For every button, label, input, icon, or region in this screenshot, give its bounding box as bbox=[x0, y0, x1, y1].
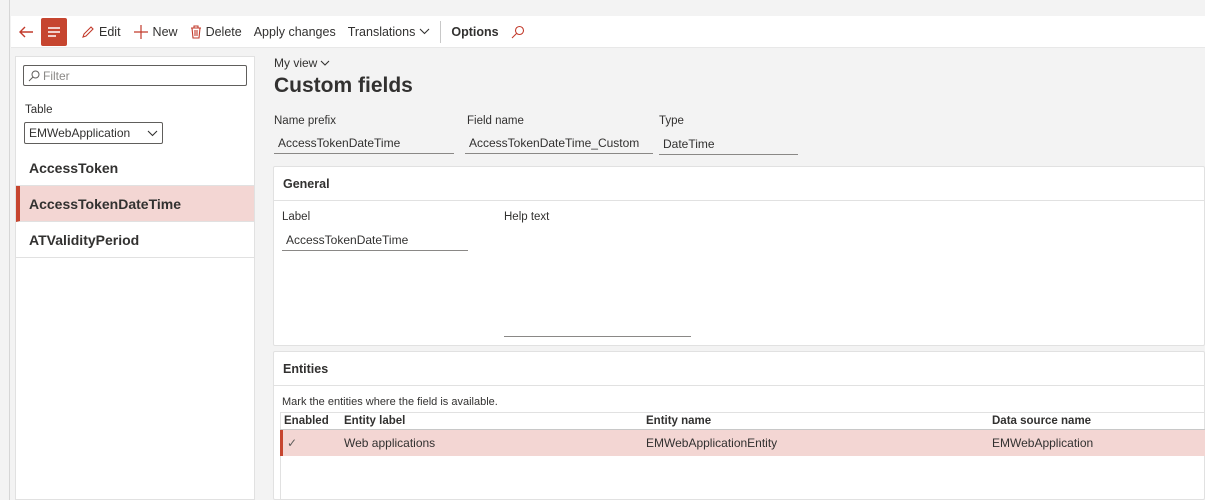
general-title: General bbox=[283, 176, 330, 191]
col-entity-label[interactable]: Entity label bbox=[340, 415, 642, 427]
table-select-value: EMWebApplication bbox=[29, 126, 131, 140]
name-prefix-label: Name prefix bbox=[274, 115, 336, 127]
label-field[interactable]: AccessTokenDateTime bbox=[282, 229, 468, 251]
view-selector[interactable]: My view bbox=[274, 56, 330, 70]
action-pane: Edit New Delete Apply changes Translatio… bbox=[11, 16, 1205, 48]
table-label: Table bbox=[25, 104, 53, 116]
table-row[interactable]: ✓ Web applications EMWebApplicationEntit… bbox=[280, 430, 1205, 456]
general-fasttab: General Label AccessTokenDateTime Help t… bbox=[273, 166, 1205, 346]
col-enabled[interactable]: Enabled bbox=[280, 415, 340, 427]
entities-title: Entities bbox=[283, 361, 329, 376]
list-item[interactable]: ATValidityPeriod bbox=[16, 222, 254, 258]
delete-label: Delete bbox=[205, 24, 242, 39]
list-item-label: AccessTokenDateTime bbox=[29, 195, 181, 212]
translations-menu[interactable]: Translations bbox=[342, 16, 437, 48]
data-source-cell: EMWebApplication bbox=[992, 436, 1094, 450]
edit-button[interactable]: Edit bbox=[75, 16, 127, 48]
type-field[interactable]: DateTime bbox=[659, 133, 798, 155]
apply-changes-label: Apply changes bbox=[253, 24, 336, 39]
chevron-down-icon bbox=[419, 28, 430, 35]
delete-button[interactable]: Delete bbox=[184, 16, 248, 48]
menu-button[interactable] bbox=[41, 17, 67, 46]
view-label: My view bbox=[274, 56, 318, 70]
search-button[interactable] bbox=[505, 16, 535, 48]
translations-label: Translations bbox=[347, 24, 416, 39]
list-item-label: ATValidityPeriod bbox=[29, 231, 140, 248]
general-header[interactable]: General bbox=[274, 167, 1204, 201]
name-prefix-field[interactable]: AccessTokenDateTime bbox=[274, 132, 454, 154]
plus-icon bbox=[133, 24, 149, 40]
custom-field-list: AccessToken AccessTokenDateTime ATValidi… bbox=[16, 150, 254, 258]
col-data-source-name[interactable]: Data source name bbox=[988, 415, 1205, 427]
filter-placeholder: Filter bbox=[43, 68, 70, 83]
entities-grid-header: Enabled Entity label Entity name Data so… bbox=[280, 412, 1205, 430]
field-name-label: Field name bbox=[467, 115, 524, 127]
table-select[interactable]: EMWebApplication bbox=[24, 122, 163, 144]
col-entity-name[interactable]: Entity name bbox=[642, 415, 988, 427]
list-item-selected[interactable]: AccessTokenDateTime bbox=[16, 186, 254, 222]
pencil-icon bbox=[81, 25, 95, 39]
toolbar-divider bbox=[440, 20, 442, 43]
search-icon bbox=[511, 25, 525, 39]
page-title: Custom fields bbox=[274, 74, 413, 97]
trash-icon bbox=[190, 24, 202, 39]
menu-icon bbox=[48, 26, 60, 37]
new-button[interactable]: New bbox=[127, 16, 184, 48]
window-edge bbox=[0, 0, 10, 500]
back-button[interactable] bbox=[11, 16, 41, 48]
new-label: New bbox=[152, 24, 178, 39]
field-name-field[interactable]: AccessTokenDateTime_Custom bbox=[465, 132, 653, 154]
help-text-label: Help text bbox=[504, 211, 550, 223]
chevron-down-icon bbox=[320, 60, 330, 66]
chevron-down-icon bbox=[147, 126, 158, 140]
apply-changes-button[interactable]: Apply changes bbox=[248, 16, 342, 48]
type-label: Type bbox=[659, 115, 684, 127]
help-text-field[interactable] bbox=[504, 229, 691, 337]
entity-name-cell: EMWebApplicationEntity bbox=[646, 436, 778, 450]
entity-label-cell: Web applications bbox=[344, 436, 436, 450]
details-pane: My view Custom fields Name prefix Access… bbox=[266, 56, 1205, 500]
options-tab[interactable]: Options bbox=[445, 16, 504, 48]
label-label: Label bbox=[282, 211, 311, 223]
search-icon bbox=[28, 70, 40, 82]
entities-note: Mark the entities where the field is ava… bbox=[282, 396, 498, 408]
entities-header[interactable]: Entities bbox=[274, 352, 1204, 386]
entities-fasttab: Entities Mark the entities where the fie… bbox=[273, 351, 1205, 500]
list-pane: Filter Table EMWebApplication AccessToke… bbox=[15, 56, 255, 500]
edit-label: Edit bbox=[99, 24, 121, 39]
filter-input[interactable]: Filter bbox=[23, 65, 247, 86]
options-label: Options bbox=[451, 24, 499, 39]
list-item[interactable]: AccessToken bbox=[16, 150, 254, 186]
enabled-checkbox[interactable]: ✓ bbox=[283, 436, 340, 450]
list-item-label: AccessToken bbox=[29, 159, 119, 176]
back-arrow-icon bbox=[19, 26, 33, 37]
